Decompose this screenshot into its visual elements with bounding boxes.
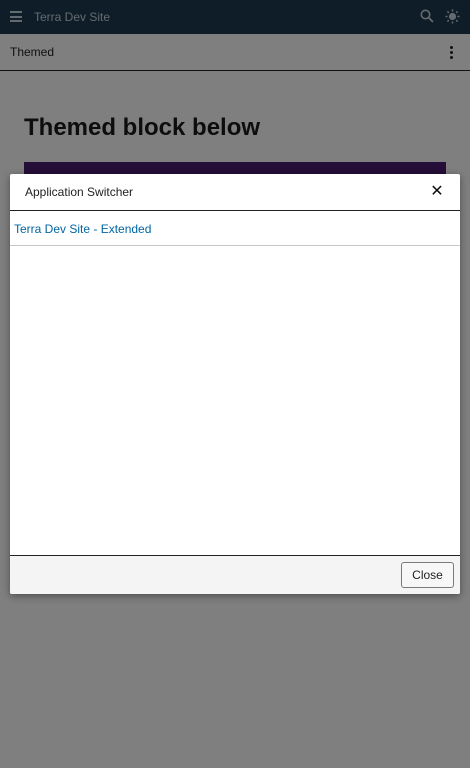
dialog-title: Application Switcher [25,185,134,199]
list-item[interactable]: Terra Dev Site - Extended [10,211,460,246]
close-button[interactable]: Close [401,562,454,588]
application-switcher-dialog: Application Switcher ✕ Terra Dev Site - … [10,174,460,594]
dialog-body: Terra Dev Site - Extended [10,211,460,555]
dialog-footer: Close [10,555,460,594]
dialog-header: Application Switcher ✕ [10,174,460,211]
application-link[interactable]: Terra Dev Site - Extended [14,222,151,236]
close-icon[interactable]: ✕ [429,184,445,200]
